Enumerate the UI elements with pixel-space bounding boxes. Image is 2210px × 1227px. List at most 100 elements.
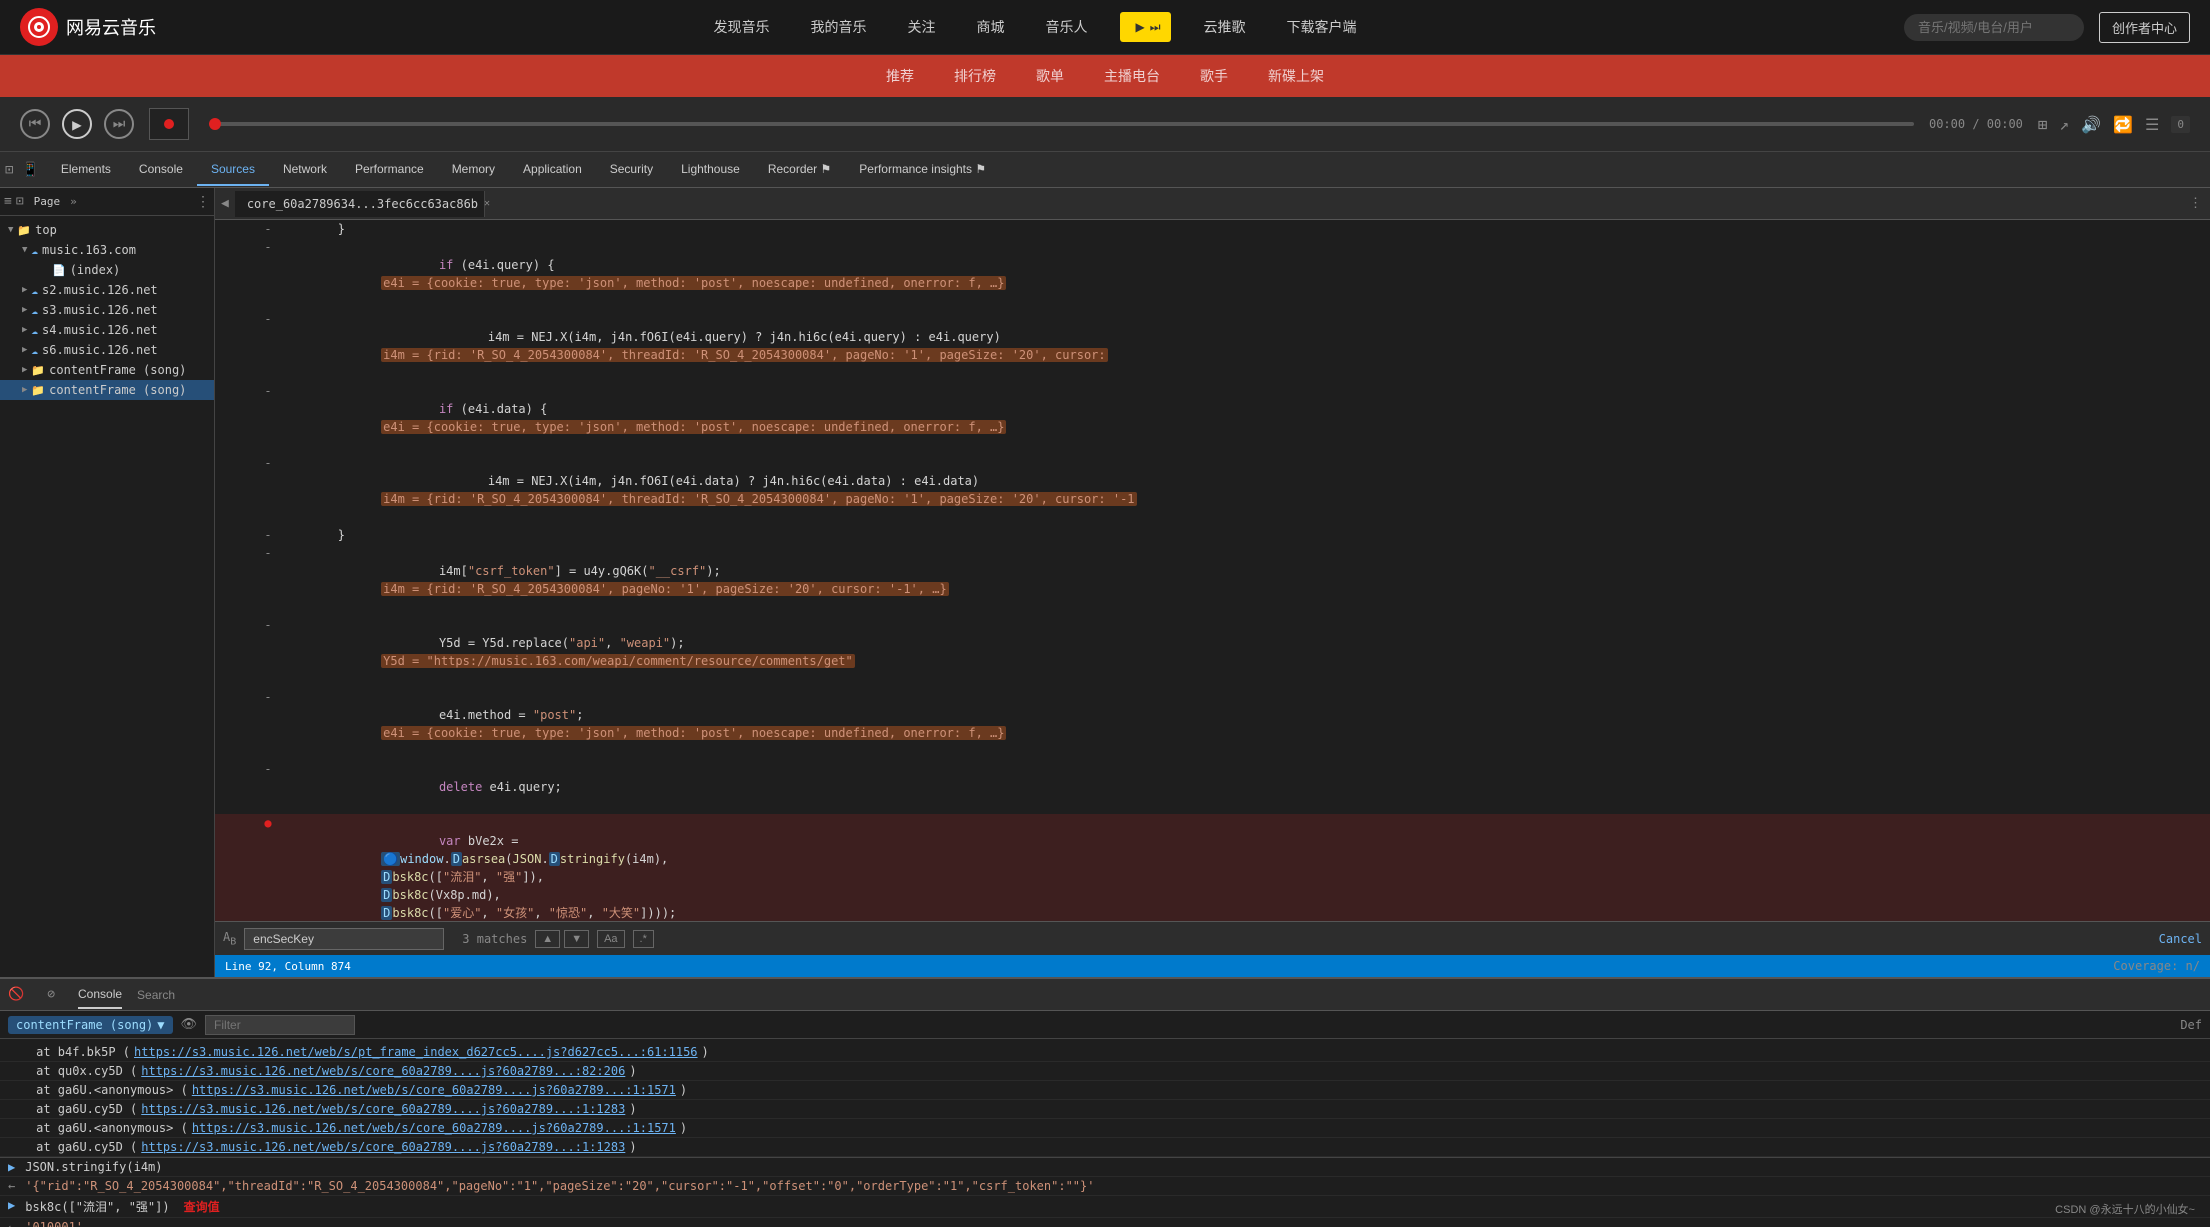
main-nav: 发现音乐 我的音乐 关注 商城 音乐人 ▶ ⏭ 云推歌 下载客户端 [186, 12, 1884, 42]
tree-item-label-index: (index) [70, 263, 121, 277]
subnav-chart[interactable]: 排行榜 [954, 66, 996, 86]
console-link-2[interactable]: https://s3.music.126.net/web/s/core_60a2… [141, 1064, 625, 1078]
console-icon-clear[interactable]: 🚫 [8, 987, 24, 1002]
creator-btn[interactable]: 创作者中心 [2099, 12, 2190, 43]
console-link-6[interactable]: https://s3.music.126.net/web/s/core_60a2… [141, 1140, 625, 1154]
subnav-recommend[interactable]: 推荐 [886, 66, 914, 86]
nav-mymusic[interactable]: 我的音乐 [802, 12, 874, 42]
tab-nav-left[interactable]: ◀ [215, 196, 235, 211]
search-regex-btn[interactable]: .* [633, 930, 654, 948]
folder-icon-c2: 📁 [31, 384, 45, 397]
console-filter-input[interactable] [205, 1015, 355, 1035]
code-content[interactable]: - } - if (e4i.query) { e4i = {cookie: tr… [215, 220, 2210, 921]
prev-button[interactable]: ⏮ [20, 109, 50, 139]
tab-application[interactable]: Application [509, 154, 596, 186]
tree-content2[interactable]: ▶ 📁 contentFrame (song) [0, 380, 214, 400]
tab-sources[interactable]: Sources [197, 154, 269, 186]
progress-dot[interactable] [209, 118, 221, 130]
default-label: Def [2180, 1018, 2202, 1032]
search-input[interactable] [1904, 14, 2084, 41]
expand-icon[interactable]: ⊞ [2038, 115, 2048, 134]
console-link-3[interactable]: https://s3.music.126.net/web/s/core_60a2… [192, 1083, 676, 1097]
search-cancel-btn[interactable]: Cancel [2159, 932, 2202, 946]
player-bar: ⏮ ▶ ⏭ 00:00 / 00:00 ⊞ ↗ 🔊 🔁 ☰ 0 [0, 97, 2210, 152]
search-matchcase-btn[interactable]: Aa [597, 930, 624, 948]
tree-item-label-s6: s6.music.126.net [42, 343, 158, 357]
play-button[interactable]: ▶ [62, 109, 92, 139]
console-eval-bsk: ▶ bsk8c(["流泪", "强"]) 查询值 [0, 1196, 2210, 1218]
queue-icon[interactable]: ☰ [2145, 115, 2159, 134]
nav-follow[interactable]: 关注 [899, 12, 943, 42]
volume-icon[interactable]: 🔊 [2081, 115, 2101, 134]
expand-arrow-music163: ▼ [22, 245, 27, 255]
console-link-4[interactable]: https://s3.music.126.net/web/s/core_60a2… [141, 1102, 625, 1116]
code-tab-close[interactable]: ✕ [484, 198, 490, 209]
console-icon-filter[interactable]: ⊘ [47, 987, 55, 1002]
nav-shop[interactable]: 商城 [968, 12, 1012, 42]
code-panel-settings[interactable]: ⋮ [2181, 196, 2210, 211]
console-eye-icon[interactable]: 👁 [181, 1017, 198, 1032]
console-eval-json: ▶ JSON.stringify(i4m) [0, 1157, 2210, 1177]
tree-s2[interactable]: ▶ ☁ s2.music.126.net [0, 280, 214, 300]
progress-bar[interactable] [209, 122, 1914, 126]
console-eval-bsk-result: ← '010001' [0, 1218, 2210, 1227]
search-bar: AB 3 matches ▲ ▼ Aa .* Cancel [215, 921, 2210, 955]
search-prev-btn[interactable]: ▲ [535, 930, 560, 948]
tab-perf-insights[interactable]: Performance insights ⚑ [845, 154, 1000, 186]
console-tab-search[interactable]: Search [137, 982, 175, 1008]
tab-console[interactable]: Console [125, 154, 197, 186]
subnav-playlist[interactable]: 歌单 [1036, 66, 1064, 86]
share-icon[interactable]: ↗ [2060, 115, 2070, 134]
console-link-5[interactable]: https://s3.music.126.net/web/s/core_60a2… [192, 1121, 676, 1135]
tree-music163[interactable]: ▼ ☁ music.163.com [0, 240, 214, 260]
tab-performance[interactable]: Performance [341, 154, 438, 186]
console-text-3: at ga6U.<anonymous> ( [36, 1083, 188, 1097]
console-panel: 🚫 ⊘ Console Search contentFrame (song) ▼… [0, 977, 2210, 1227]
search-next-btn[interactable]: ▼ [564, 930, 589, 948]
file-tree: ▼ 📁 top ▼ ☁ music.163.com 📄 (index) [0, 216, 214, 977]
nav-discover[interactable]: 发现音乐 [705, 12, 777, 42]
tab-elements[interactable]: Elements [47, 154, 125, 186]
search-input-code[interactable] [244, 928, 444, 950]
nav-artist[interactable]: 音乐人 [1037, 12, 1095, 42]
file-panel-menu[interactable]: ⋮ [196, 194, 210, 210]
queue-count: 0 [2171, 116, 2190, 133]
expand-arrow-c1: ▶ [22, 365, 27, 375]
tree-s4[interactable]: ▶ ☁ s4.music.126.net [0, 320, 214, 340]
expand-arrow-s6: ▶ [22, 345, 27, 355]
nav-download[interactable]: 下载客户端 [1279, 12, 1365, 42]
tab-memory[interactable]: Memory [438, 154, 509, 186]
console-error-line-6: at ga6U.cy5D ( https://s3.music.126.net/… [0, 1138, 2210, 1157]
loop-icon[interactable]: 🔁 [2113, 115, 2133, 134]
devtools-inspect-icon[interactable]: ⊡ [5, 162, 13, 178]
active-code-tab[interactable]: core_60a2789634...3fec6cc63ac86b ✕ [235, 191, 485, 217]
tree-s6[interactable]: ▶ ☁ s6.music.126.net [0, 340, 214, 360]
tab-network[interactable]: Network [269, 154, 341, 186]
devtools-device-icon[interactable]: 📱 [21, 162, 38, 178]
tree-content1[interactable]: ▶ 📁 contentFrame (song) [0, 360, 214, 380]
tree-top[interactable]: ▼ 📁 top [0, 220, 214, 240]
console-link-1[interactable]: https://s3.music.126.net/web/s/pt_frame_… [134, 1045, 698, 1059]
code-line-breakpoint: ● var bVe2x = 🔵window.Dasrsea(JSON.Dstri… [215, 814, 2210, 921]
file-panel-more[interactable]: » [70, 195, 77, 208]
tree-s3[interactable]: ▶ ☁ s3.music.126.net [0, 300, 214, 320]
file-panel-icon1: ≡ [4, 194, 12, 209]
subnav-singer[interactable]: 歌手 [1200, 66, 1228, 86]
logo: 网易云音乐 [20, 8, 156, 46]
tree-index[interactable]: 📄 (index) [0, 260, 214, 280]
console-context-selector[interactable]: contentFrame (song) ▼ [8, 1016, 173, 1034]
tab-security[interactable]: Security [596, 154, 667, 186]
console-tab-console[interactable]: Console [78, 981, 122, 1009]
file-panel-page[interactable]: Page [28, 192, 67, 211]
file-panel: ≡ ⊡ Page » ⋮ ▼ 📁 top ▼ ☁ music.163.com [0, 188, 215, 977]
devtools-main: ≡ ⊡ Page » ⋮ ▼ 📁 top ▼ ☁ music.163.com [0, 188, 2210, 977]
console-prompt-2: ▶ [8, 1198, 15, 1212]
tab-recorder[interactable]: Recorder ⚑ [754, 154, 845, 186]
subnav-newalbum[interactable]: 新碟上架 [1268, 66, 1324, 86]
tab-lighthouse[interactable]: Lighthouse [667, 154, 754, 186]
subnav-radio[interactable]: 主播电台 [1104, 66, 1160, 86]
next-button[interactable]: ⏭ [104, 109, 134, 139]
console-toolbar: contentFrame (song) ▼ 👁 Def [0, 1011, 2210, 1039]
nav-cloudpush[interactable]: 云推歌 [1196, 12, 1254, 42]
logo-text: 网易云音乐 [66, 14, 156, 40]
